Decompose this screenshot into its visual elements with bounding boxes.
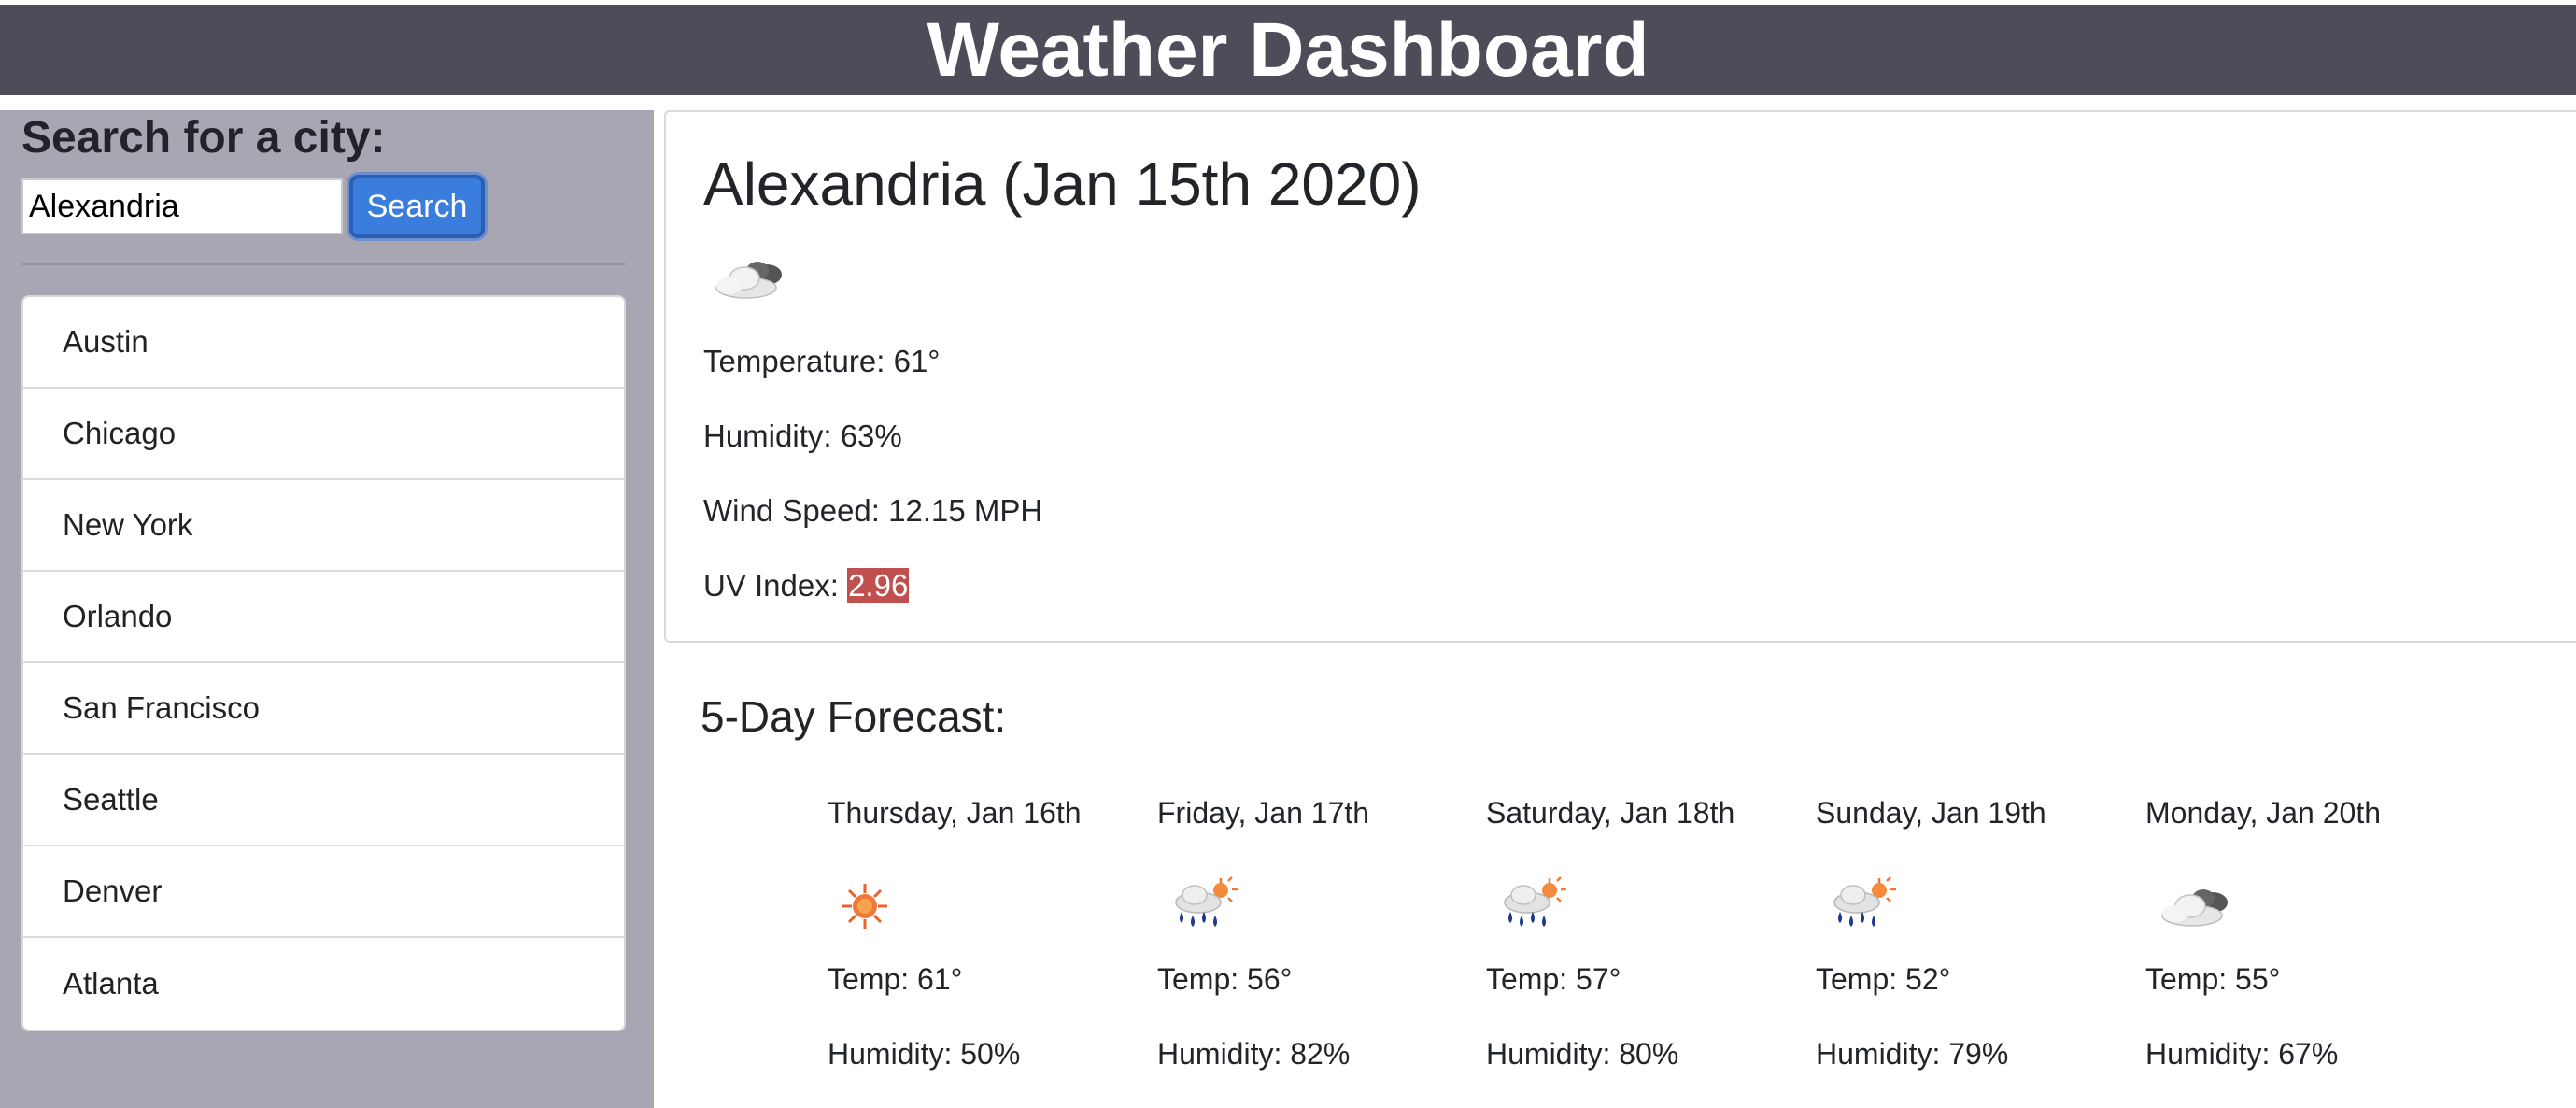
- forecast-date: Thursday, Jan 16th: [828, 796, 1082, 830]
- current-humidity: Humidity: 63%: [703, 419, 902, 453]
- city-item-san-francisco[interactable]: San Francisco: [23, 663, 624, 755]
- forecast-temp: Temp: 56°: [1157, 962, 1293, 996]
- current-uv-index: UV Index: 2.96: [703, 568, 910, 604]
- forecast-day-card: Saturday, Jan 18th Temp: 57° Humidity: 8…: [1486, 785, 1794, 1108]
- forecast-temp: Temp: 52°: [1816, 962, 1951, 996]
- forecast-temp: Temp: 55°: [2145, 962, 2281, 996]
- app-header: Weather Dashboard: [0, 5, 2576, 95]
- page-title: Weather Dashboard: [927, 7, 1649, 92]
- cloudy-icon: [2155, 878, 2239, 934]
- forecast-humidity: Humidity: 82%: [1157, 1037, 1351, 1071]
- forecast-day-card: Thursday, Jan 16th Temp: 61° Humidity: 5…: [828, 785, 1136, 1108]
- rain-sun-icon: [1495, 874, 1570, 934]
- forecast-temp: Temp: 61°: [828, 962, 963, 996]
- current-temperature: Temperature: 61°: [703, 344, 941, 378]
- rain-sun-icon: [1167, 874, 1241, 934]
- uv-index-label: UV Index:: [703, 568, 848, 603]
- forecast-humidity: Humidity: 80%: [1486, 1037, 1679, 1071]
- current-wind-speed: Wind Speed: 12.15 MPH: [703, 493, 1043, 528]
- city-item-atlanta[interactable]: Atlanta: [23, 938, 624, 1030]
- city-item-austin[interactable]: Austin: [23, 297, 624, 389]
- current-weather-card: Alexandria (Jan 15th 2020) Temperature: …: [664, 110, 2576, 643]
- cloudy-icon: [709, 250, 793, 306]
- divider: [21, 263, 626, 265]
- city-search-input[interactable]: [21, 178, 343, 234]
- forecast-humidity: Humidity: 67%: [2145, 1037, 2339, 1071]
- forecast-date: Monday, Jan 20th: [2145, 796, 2382, 830]
- sun-icon: [837, 878, 893, 934]
- forecast-temp: Temp: 57°: [1486, 962, 1621, 996]
- city-item-chicago[interactable]: Chicago: [23, 389, 624, 480]
- forecast-day-card: Monday, Jan 20th Temp: 55° Humidity: 67%: [2145, 785, 2454, 1108]
- current-city-title: Alexandria (Jan 15th 2020): [703, 150, 1422, 218]
- forecast-humidity: Humidity: 50%: [828, 1037, 1021, 1071]
- city-history-list: Austin Chicago New York Orlando San Fran…: [21, 295, 626, 1031]
- city-item-denver[interactable]: Denver: [23, 846, 624, 938]
- city-item-seattle[interactable]: Seattle: [23, 755, 624, 846]
- forecast-date: Saturday, Jan 18th: [1486, 796, 1735, 830]
- city-item-new-york[interactable]: New York: [23, 480, 624, 572]
- uv-index-badge: 2.96: [847, 568, 910, 603]
- sidebar: Search for a city: Search Austin Chicago…: [0, 110, 654, 1108]
- forecast-day-card: Friday, Jan 17th Temp: 56° Humidity: 82%: [1157, 785, 1465, 1108]
- search-button[interactable]: Search: [349, 175, 485, 238]
- forecast-date: Friday, Jan 17th: [1157, 796, 1370, 830]
- forecast-humidity: Humidity: 79%: [1816, 1037, 2009, 1071]
- city-item-orlando[interactable]: Orlando: [23, 572, 624, 663]
- search-heading: Search for a city:: [21, 113, 386, 163]
- forecast-day-card: Sunday, Jan 19th Temp: 52° Humidity: 79%: [1816, 785, 2124, 1108]
- forecast-date: Sunday, Jan 19th: [1816, 796, 2046, 830]
- forecast-heading: 5-Day Forecast:: [701, 692, 1007, 741]
- rain-sun-icon: [1825, 874, 1900, 934]
